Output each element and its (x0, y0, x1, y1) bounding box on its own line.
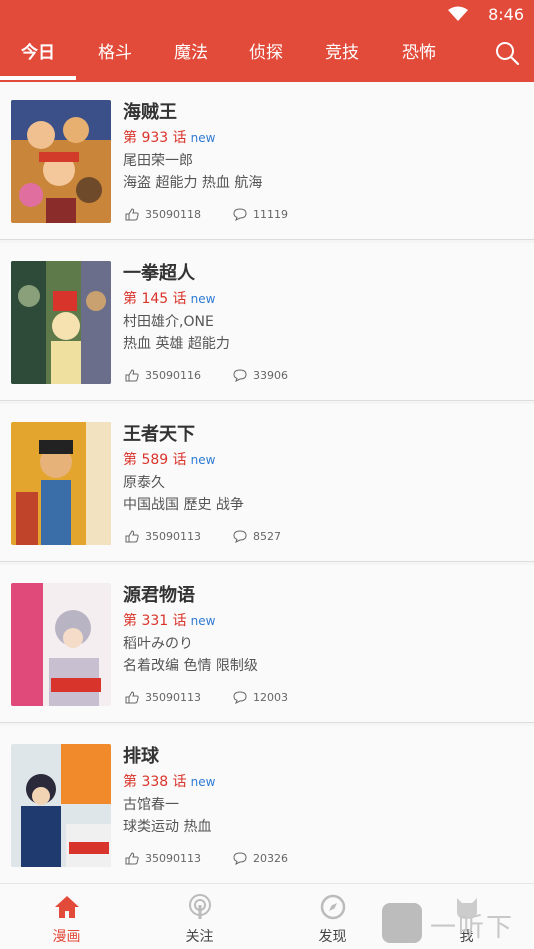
podcast-icon (189, 894, 211, 919)
search-icon[interactable] (494, 40, 520, 66)
nav-follow[interactable]: 关注 (133, 884, 266, 949)
latest-chapter: 第 338 话 new (123, 774, 216, 790)
thumbs-up-icon (125, 852, 139, 865)
likes-count[interactable]: 35090118 (125, 208, 201, 221)
tab-today[interactable]: 今日 (0, 33, 76, 73)
top-header: 8:46 今日 格斗 魔法 侦探 竞技 恐怖 (0, 0, 534, 82)
tab-horror[interactable]: 恐怖 (390, 33, 448, 73)
likes-count[interactable]: 35090113 (125, 852, 201, 865)
cover-image (11, 261, 111, 384)
comic-card[interactable]: 海贼王 第 933 话 new 尾田荣一郎 海盗 超能力 热血 航海 350901… (0, 82, 534, 240)
cover-image (11, 422, 111, 545)
comments-count[interactable]: 20326 (233, 852, 288, 865)
comic-title: 源君物语 (123, 585, 195, 606)
comment-icon (233, 852, 247, 865)
nav-label: 漫画 (52, 929, 81, 945)
category-tabs: 今日 格斗 魔法 侦探 竞技 恐怖 (0, 33, 534, 73)
comments-count[interactable]: 11119 (233, 208, 288, 221)
comic-title: 排球 (123, 746, 159, 767)
nav-label: 关注 (185, 929, 214, 945)
comic-tags: 中国战国 歷史 战争 (123, 497, 244, 513)
comments-count[interactable]: 8527 (233, 530, 281, 543)
comic-title: 王者天下 (123, 424, 195, 445)
comment-icon (233, 369, 247, 382)
active-tab-indicator (0, 76, 76, 80)
comic-card[interactable]: 一拳超人 第 145 话 new 村田雄介,ONE 热血 英雄 超能力 35090… (0, 243, 534, 401)
thumbs-up-icon (125, 530, 139, 543)
new-badge: new (190, 775, 216, 789)
new-badge: new (190, 614, 216, 628)
new-badge: new (190, 292, 216, 306)
latest-chapter: 第 589 话 new (123, 452, 216, 468)
comic-title: 一拳超人 (123, 263, 195, 284)
likes-count[interactable]: 35090116 (125, 369, 201, 382)
latest-chapter: 第 331 话 new (123, 613, 216, 629)
comic-author: 尾田荣一郎 (123, 153, 193, 169)
likes-count[interactable]: 35090113 (125, 691, 201, 704)
comments-count[interactable]: 12003 (233, 691, 288, 704)
tab-magic[interactable]: 魔法 (162, 33, 220, 73)
nav-comics[interactable]: 漫画 (0, 884, 133, 949)
comic-card[interactable]: 排球 第 338 话 new 古馆春一 球类运动 热血 35090113 2032… (0, 726, 534, 884)
watermark-text: 一听下载 (430, 913, 515, 943)
latest-chapter: 第 145 话 new (123, 291, 216, 307)
wifi-icon (448, 6, 468, 21)
thumbs-up-icon (125, 369, 139, 382)
watermark-logo (382, 903, 422, 943)
cover-image (11, 583, 111, 706)
tab-fighting[interactable]: 格斗 (86, 33, 144, 73)
home-icon (55, 896, 79, 918)
comments-count[interactable]: 33906 (233, 369, 288, 382)
comic-author: 古馆春一 (123, 797, 179, 813)
comic-tags: 海盗 超能力 热血 航海 (123, 175, 263, 191)
latest-chapter: 第 933 话 new (123, 130, 216, 146)
comic-author: 原泰久 (123, 475, 165, 491)
compass-icon (320, 894, 346, 920)
comic-tags: 名着改编 色情 限制级 (123, 658, 258, 674)
comic-card[interactable]: 王者天下 第 589 话 new 原泰久 中国战国 歷史 战争 35090113 … (0, 404, 534, 562)
new-badge: new (190, 453, 216, 467)
comment-icon (233, 691, 247, 704)
status-time: 8:46 (488, 5, 524, 24)
new-badge: new (190, 131, 216, 145)
comment-icon (233, 530, 247, 543)
comic-card[interactable]: 源君物语 第 331 话 new 稻叶みのり 名着改编 色情 限制级 350901… (0, 565, 534, 723)
thumbs-up-icon (125, 208, 139, 221)
cover-image (11, 744, 111, 867)
comic-tags: 球类运动 热血 (123, 819, 212, 835)
tab-detective[interactable]: 侦探 (237, 33, 295, 73)
app-root: 8:46 今日 格斗 魔法 侦探 竞技 恐怖 海贼王 第 933 话 new 尾… (0, 0, 534, 949)
comic-title: 海贼王 (123, 102, 177, 123)
comic-tags: 热血 英雄 超能力 (123, 336, 230, 352)
comic-author: 稻叶みのり (123, 636, 193, 652)
comment-icon (233, 208, 247, 221)
status-bar: 8:46 (0, 0, 534, 28)
comic-author: 村田雄介,ONE (123, 314, 214, 330)
thumbs-up-icon (125, 691, 139, 704)
likes-count[interactable]: 35090113 (125, 530, 201, 543)
tab-sports[interactable]: 竞技 (313, 33, 371, 73)
cover-image (11, 100, 111, 223)
watermark: 一听下载 (372, 883, 534, 949)
